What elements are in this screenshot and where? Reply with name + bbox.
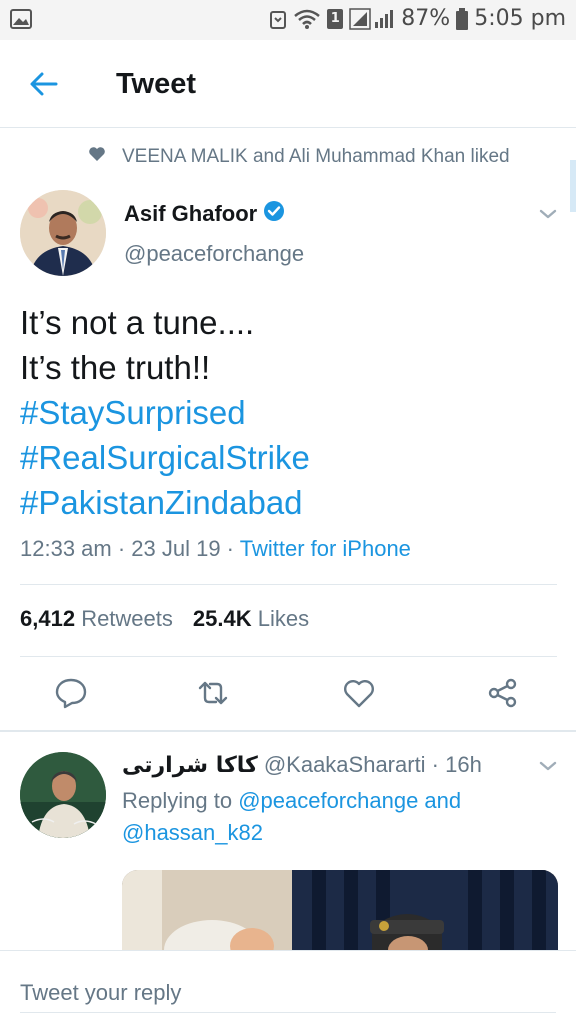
hashtag-link[interactable]: #StaySurprised — [20, 390, 310, 435]
reply-header: کاکا شرارتی @KaakaShararti · 16h — [122, 752, 482, 778]
chevron-down-icon[interactable] — [536, 204, 560, 224]
author-name-text: Asif Ghafoor — [124, 201, 258, 226]
likes-count: 25.4K — [192, 606, 252, 631]
verified-badge-icon — [263, 200, 285, 228]
author-name[interactable]: Asif Ghafoor — [124, 200, 285, 228]
hashtag-link[interactable]: #RealSurgicalStrike — [20, 435, 310, 480]
reply-handle-time: @KaakaShararti · 16h — [263, 752, 482, 777]
timestamp-text: 12:33 am · 23 Jul 19 · — [20, 536, 240, 561]
tweet-timestamp: 12:33 am · 23 Jul 19 · Twitter for iPhon… — [20, 536, 411, 562]
divider — [20, 656, 557, 657]
tweet-line: It’s the truth!! — [20, 349, 211, 386]
signal-icon — [349, 7, 395, 30]
author-avatar[interactable] — [20, 190, 106, 276]
like-heart-icon[interactable] — [342, 676, 376, 710]
retweet-icon[interactable] — [196, 676, 230, 710]
mention-link[interactable]: @peaceforchange — [238, 788, 418, 813]
reply-input[interactable] — [20, 973, 556, 1013]
retweets-count: 6,412 — [20, 606, 76, 631]
replying-to: Replying to @peaceforchange and @hassan_… — [122, 785, 542, 849]
heart-small-icon — [88, 146, 106, 168]
reply-author-avatar[interactable] — [20, 752, 106, 838]
battery-percentage: 87% — [401, 6, 451, 31]
social-context: VEENA MALIK and Ali Muhammad Khan liked — [88, 146, 510, 168]
tweet-text: It’s not a tune.... It’s the truth!! #St… — [20, 300, 310, 525]
hashtag-link[interactable]: #PakistanZindabad — [20, 480, 310, 525]
action-bar — [0, 668, 576, 724]
and-label: and — [418, 788, 462, 813]
engagement-stats: 6,412 Retweets 25.4K Likes — [20, 606, 309, 632]
author-handle[interactable]: @peaceforchange — [124, 241, 304, 267]
likes-stat[interactable]: 25.4K Likes — [193, 606, 309, 632]
status-bar: 1 87% 5:05 pm — [0, 0, 576, 40]
reply-bar — [0, 950, 576, 1024]
alarm-icon — [269, 8, 287, 30]
reply-display-name[interactable]: کاکا شرارتی — [122, 753, 258, 778]
gallery-notification-icon — [10, 9, 32, 34]
wifi-icon — [293, 8, 321, 30]
app-bar: Tweet — [0, 40, 576, 128]
mention-link[interactable]: @hassan_k82 — [122, 820, 263, 845]
reply-media-image[interactable] — [122, 870, 558, 960]
share-icon[interactable] — [486, 676, 520, 710]
battery-icon — [456, 7, 469, 30]
reply-icon[interactable] — [54, 676, 88, 710]
back-arrow-icon[interactable] — [28, 68, 60, 100]
divider — [20, 584, 557, 585]
sim-indicator: 1 — [327, 8, 344, 29]
clock: 5:05 pm — [474, 6, 566, 31]
replying-to-label: Replying to — [122, 788, 239, 813]
section-divider — [0, 730, 576, 732]
chevron-down-icon[interactable] — [536, 756, 560, 776]
retweets-stat[interactable]: 6,412 Retweets — [20, 606, 173, 632]
tweet-line: It’s not a tune.... — [20, 304, 255, 341]
retweets-label: Retweets — [81, 606, 173, 631]
social-context-text: VEENA MALIK and Ali Muhammad Khan liked — [122, 146, 510, 167]
source-link[interactable]: Twitter for iPhone — [240, 536, 411, 561]
likes-label: Likes — [257, 606, 310, 631]
scrollbar-thumb[interactable] — [570, 160, 576, 212]
page-title: Tweet — [116, 68, 197, 100]
